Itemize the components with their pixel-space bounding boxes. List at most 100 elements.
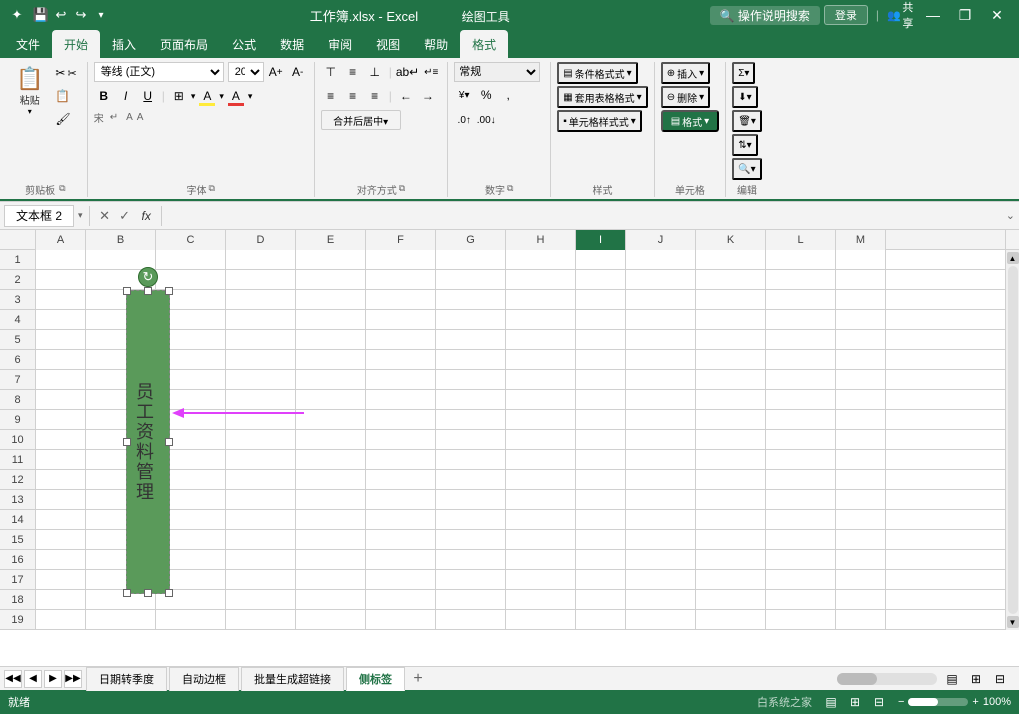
zoom-out-btn[interactable]: − [898,696,904,708]
inc-decimal-button[interactable]: .0↑ [454,110,474,130]
row-7[interactable]: 7 [0,370,36,390]
status-break-view[interactable]: ⊟ [868,693,890,711]
resize-handle-tc[interactable] [144,287,152,295]
font-color-dropdown[interactable]: ▾ [248,91,253,102]
status-page-view[interactable]: ⊞ [844,693,866,711]
scroll-down-btn[interactable]: ▼ [1007,616,1019,628]
formula-expand-button[interactable]: ⌄ [1006,209,1015,222]
tab-insert[interactable]: 插入 [100,30,148,58]
col-header-g[interactable]: G [436,230,506,250]
border-button[interactable]: ⊞ [169,86,189,106]
conditional-format-button[interactable]: ▤ 条件格式式▾ [557,62,637,84]
bold-button[interactable]: B [94,86,114,106]
textbox-element[interactable]: ↻ 员工资料管理 [126,290,170,594]
col-header-l[interactable]: L [766,230,836,250]
cell-k1[interactable] [696,250,766,270]
row-8[interactable]: 8 [0,390,36,410]
percent-button[interactable]: % [476,85,496,105]
minimize-button[interactable]: — [919,5,947,25]
page-layout-view-btn[interactable]: ⊞ [965,670,987,688]
dec-decimal-button[interactable]: .00↓ [476,110,496,130]
number-format-select[interactable]: 常规 [454,62,540,82]
align-mid-button[interactable]: ≡ [343,62,363,82]
page-break-view-btn[interactable]: ⊟ [989,670,1011,688]
cell-m1[interactable] [836,250,886,270]
col-header-j[interactable]: J [626,230,696,250]
clipboard-expand-icon[interactable]: ⧉ [59,183,65,194]
sheet-tab-2[interactable]: 批量生成超链接 [241,667,344,691]
row-3[interactable]: 3 [0,290,36,310]
font-name-select[interactable]: 等线 (正文) [94,62,224,82]
scroll-up-btn[interactable]: ▲ [1007,252,1019,264]
format-painter-button[interactable]: 🖌 [51,108,80,130]
col-header-f[interactable]: F [366,230,436,250]
sheet-first-btn[interactable]: ◀◀ [4,670,22,688]
formula-input[interactable] [168,205,1002,227]
row-4[interactable]: 4 [0,310,36,330]
tab-review[interactable]: 审阅 [316,30,364,58]
tab-data[interactable]: 数据 [268,30,316,58]
merge-center-button[interactable]: 合并后居中▾ [321,110,401,130]
underline-button[interactable]: U [138,86,158,106]
fill-color-button[interactable]: A [197,86,217,106]
row-6[interactable]: 6 [0,350,36,370]
format-cell-button[interactable]: ▤ 格式▾ [661,110,719,132]
cell-i1[interactable] [576,250,626,270]
row-15[interactable]: 15 [0,530,36,550]
resize-handle-tr[interactable] [165,287,173,295]
cell-g1[interactable] [436,250,506,270]
tab-file[interactable]: 文件 [4,30,52,58]
fill-dropdown[interactable]: ▾ [219,91,224,102]
resize-handle-bl[interactable] [123,589,131,597]
customize-icon[interactable]: ▾ [92,6,110,24]
col-header-e[interactable]: E [296,230,366,250]
indent-inc-button[interactable]: → [418,86,438,106]
vertical-scrollbar[interactable]: ▲ ▼ [1005,250,1019,630]
horizontal-scrollbar[interactable] [837,673,937,685]
cut-button[interactable]: ✂ ✂ [51,62,80,84]
currency-button[interactable]: ¥▾ [454,85,474,105]
cell-l1[interactable] [766,250,836,270]
fill-button[interactable]: ⬇▾ [732,86,757,108]
sheet-prev-btn[interactable]: ◀ [24,670,42,688]
row-5[interactable]: 5 [0,330,36,350]
decrease-font-button[interactable]: A- [288,62,308,82]
scroll-thumb[interactable] [1008,266,1018,614]
zoom-slider[interactable] [908,698,968,706]
search-box[interactable]: 🔍 操作说明搜索 [710,6,820,25]
cancel-formula-button[interactable]: ✕ [96,207,114,225]
redo-icon[interactable]: ↪ [72,6,90,24]
font-expand-icon[interactable]: ⧉ [208,183,214,194]
cell-h1[interactable] [506,250,576,270]
italic-button[interactable]: I [116,86,136,106]
clear-button[interactable]: 🗑▾ [732,110,762,132]
table-format-button[interactable]: ▦ 套用表格格式▾ [557,86,647,108]
sheet-next-btn[interactable]: ▶ [44,670,62,688]
copy-button[interactable]: 📋 [51,85,80,107]
row-13[interactable]: 13 [0,490,36,510]
row-9[interactable]: 9 [0,410,36,430]
increase-font-button[interactable]: A+ [266,62,286,82]
col-header-a[interactable]: A [36,230,86,250]
name-box-dropdown[interactable]: ▾ [78,210,83,221]
cell-style-button[interactable]: ▪ 单元格样式式▾ [557,110,642,132]
align-bot-button[interactable]: ⊥ [365,62,385,82]
row-1[interactable]: 1 [0,250,36,270]
find-select-button[interactable]: 🔍▾ [732,158,761,180]
login-button[interactable]: 登录 [824,5,868,25]
status-normal-view[interactable]: ▤ [820,693,842,711]
tab-view[interactable]: 视图 [364,30,412,58]
row-14[interactable]: 14 [0,510,36,530]
cell-j1[interactable] [626,250,696,270]
col-header-h[interactable]: H [506,230,576,250]
paste-button[interactable]: 📋 粘贴 ▾ [10,62,49,120]
cell-a2[interactable] [36,270,86,290]
resize-handle-br[interactable] [165,589,173,597]
insert-cell-button[interactable]: ⊕ 插入▾ [661,62,710,84]
save-icon[interactable]: 💾 [32,6,50,24]
col-header-d[interactable]: D [226,230,296,250]
col-header-m[interactable]: M [836,230,886,250]
align-right-button[interactable]: ≡ [365,86,385,106]
delete-cell-button[interactable]: ⊖ 删除▾ [661,86,710,108]
resize-handle-ml[interactable] [123,438,131,446]
